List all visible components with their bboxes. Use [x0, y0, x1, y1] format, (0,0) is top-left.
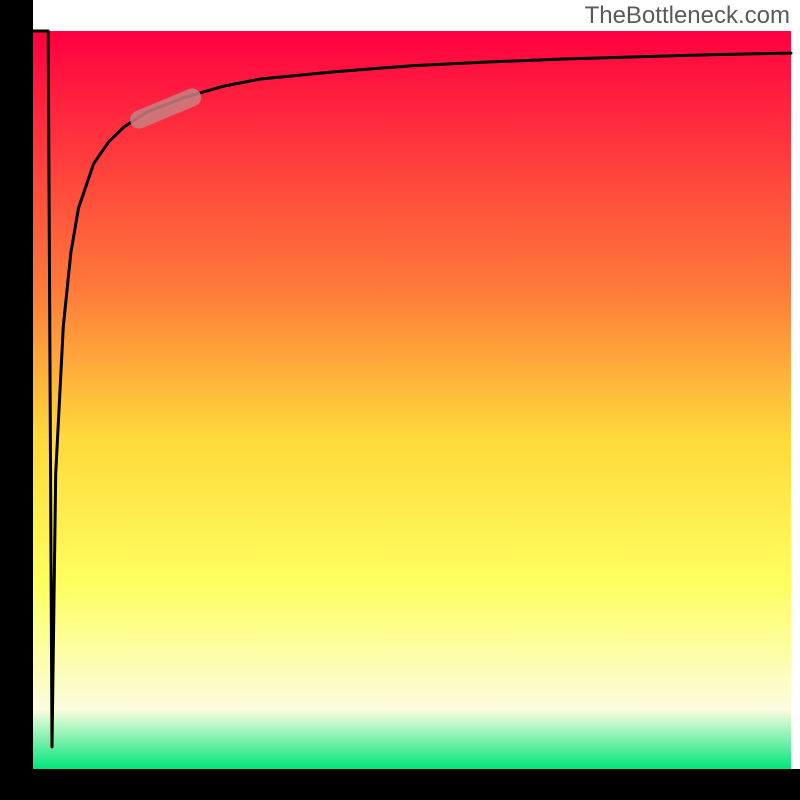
chart-container: TheBottleneck.com: [0, 0, 800, 800]
x-axis-bar: [0, 769, 800, 800]
gradient-background: [33, 31, 791, 769]
y-axis-bar: [0, 0, 33, 800]
bottleneck-chart: [0, 0, 800, 800]
attribution-text: TheBottleneck.com: [585, 2, 790, 30]
